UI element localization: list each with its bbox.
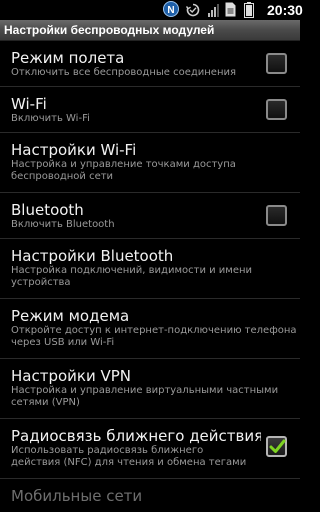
item-subtitle: Откройте доступ к интернет-подключению т… [11,325,297,348]
item-subtitle: Настройка и управление точками доступа б… [11,159,236,182]
settings-list: Режим полета Отключить все беспроводные … [0,41,300,479]
vpn-settings-item[interactable]: Настройки VPN Настройка и управление вир… [0,359,300,419]
nfc-icon: N [163,1,179,21]
item-subtitle: Включить Bluetooth [11,219,115,230]
bluetooth-settings-item[interactable]: Настройки Bluetooth Настройка подключени… [0,239,300,299]
item-subtitle: Использовать радиосвязь ближнего действи… [11,445,247,468]
battery-icon [244,2,254,22]
airplane-mode-checkbox[interactable] [266,53,287,74]
bluetooth-item[interactable]: Bluetooth Включить Bluetooth [0,193,300,239]
item-title: Режим модема [11,307,130,325]
item-title: Настройки Bluetooth [11,247,174,265]
tethering-item[interactable]: Режим модема Откройте доступ к интернет-… [0,299,300,359]
status-bar: N 20:30 [0,0,303,22]
nfc-checkbox[interactable] [266,436,287,457]
sim-icon [225,2,236,21]
bluetooth-checkbox[interactable] [266,205,287,226]
nfc-icon-label: N [167,5,174,16]
clock: 20:30 [267,2,303,18]
wifi-checkbox[interactable] [266,99,287,120]
item-title: Радиосвязь ближнего действия (NFC) [11,427,261,445]
item-subtitle: Настройка подключений, видимости и имени… [11,265,253,288]
page-title: Настройки беспроводных модулей [4,23,215,37]
item-subtitle: Включить Wi-Fi [11,113,90,124]
item-subtitle: Отключить все беспроводные соединения [11,67,237,78]
nfc-item[interactable]: Радиосвязь ближнего действия (NFC) Испол… [0,419,300,479]
wifi-settings-item[interactable]: Настройки Wi-Fi Настройка и управление т… [0,133,300,193]
wifi-item[interactable]: Wi-Fi Включить Wi-Fi [0,87,300,133]
title-bar: Настройки беспроводных модулей [0,20,300,41]
item-title: Настройки Wi-Fi [11,141,137,159]
item-title: Bluetooth [11,201,84,219]
mobile-networks-section[interactable]: Мобильные сети [11,487,142,505]
airplane-mode-item[interactable]: Режим полета Отключить все беспроводные … [0,41,300,87]
item-title: Wi-Fi [11,95,47,113]
check-icon [269,439,286,453]
item-title: Настройки VPN [11,367,132,385]
item-title: Режим полета [11,49,125,67]
item-subtitle: Настройка и управление виртуальными част… [11,385,279,408]
sync-icon [185,2,200,21]
